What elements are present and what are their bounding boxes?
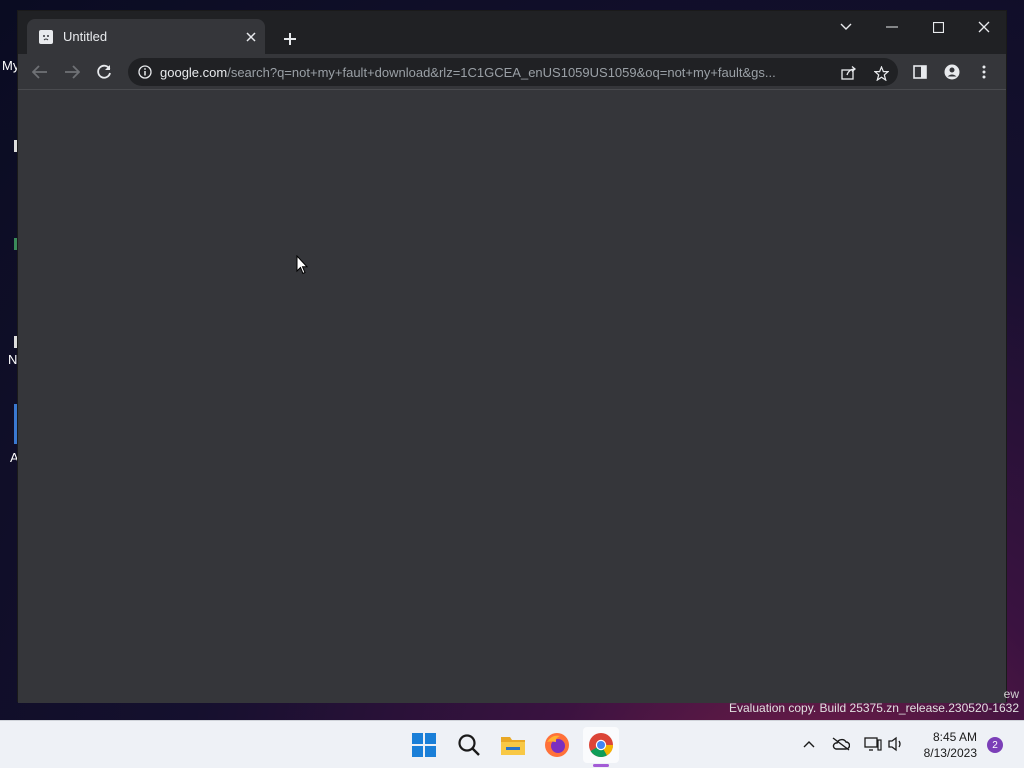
profile-icon[interactable] bbox=[938, 58, 966, 86]
notification-badge[interactable]: 2 bbox=[987, 737, 1003, 753]
bookmark-star-icon[interactable] bbox=[870, 62, 892, 84]
back-button[interactable] bbox=[26, 58, 54, 86]
menu-kebab-icon[interactable] bbox=[970, 58, 998, 86]
close-window-button[interactable] bbox=[961, 11, 1007, 43]
title-bar: Untitled bbox=[18, 11, 1006, 54]
tab-close-icon[interactable] bbox=[237, 23, 265, 51]
url-host: google.com bbox=[160, 64, 228, 80]
maximize-button[interactable] bbox=[915, 11, 961, 43]
browser-toolbar: google.com/search?q=not+my+fault+downloa… bbox=[18, 54, 1006, 90]
browser-window: Untitled google.com/search?q=not+my+faul… bbox=[17, 10, 1007, 703]
forward-button[interactable] bbox=[58, 58, 86, 86]
show-hidden-icons-chevron-icon[interactable] bbox=[798, 733, 820, 755]
chrome-icon[interactable] bbox=[583, 727, 619, 763]
mouse-cursor-icon bbox=[296, 254, 309, 280]
watermark-partial: ew bbox=[1003, 687, 1019, 701]
side-panel-icon[interactable] bbox=[906, 58, 934, 86]
system-clock[interactable]: 8:45 AM 8/13/2023 bbox=[915, 729, 977, 761]
clock-time: 8:45 AM bbox=[932, 730, 977, 744]
minimize-button[interactable] bbox=[869, 11, 915, 43]
active-app-indicator bbox=[593, 764, 609, 767]
onedrive-offline-icon[interactable] bbox=[830, 733, 852, 755]
evaluation-watermark: Evaluation copy. Build 25375.zn_release.… bbox=[729, 701, 1019, 715]
url-path: /search?q=not+my+fault+download&rlz=1C1G… bbox=[227, 64, 776, 80]
tab-untitled[interactable]: Untitled bbox=[27, 19, 265, 54]
volume-icon[interactable] bbox=[885, 733, 907, 755]
url-text[interactable]: google.com/search?q=not+my+fault+downloa… bbox=[160, 65, 830, 80]
site-info-icon[interactable] bbox=[138, 65, 152, 79]
taskbar: 8:45 AM 8/13/2023 2 bbox=[0, 720, 1024, 768]
address-bar[interactable]: google.com/search?q=not+my+fault+downloa… bbox=[128, 58, 898, 86]
network-icon[interactable] bbox=[862, 733, 884, 755]
firefox-icon[interactable] bbox=[539, 727, 575, 763]
start-icon[interactable] bbox=[406, 727, 442, 763]
tab-title: Untitled bbox=[63, 29, 108, 44]
share-icon[interactable] bbox=[838, 62, 860, 84]
new-tab-button[interactable] bbox=[276, 25, 304, 53]
sad-page-icon bbox=[39, 29, 53, 44]
tab-search-icon[interactable] bbox=[823, 11, 869, 43]
desktop-label-n: N bbox=[8, 352, 18, 367]
search-icon[interactable] bbox=[451, 727, 487, 763]
page-content[interactable] bbox=[18, 91, 1006, 703]
clock-date: 8/13/2023 bbox=[923, 746, 977, 760]
file-explorer-icon[interactable] bbox=[495, 727, 531, 763]
reload-button[interactable] bbox=[90, 58, 118, 86]
